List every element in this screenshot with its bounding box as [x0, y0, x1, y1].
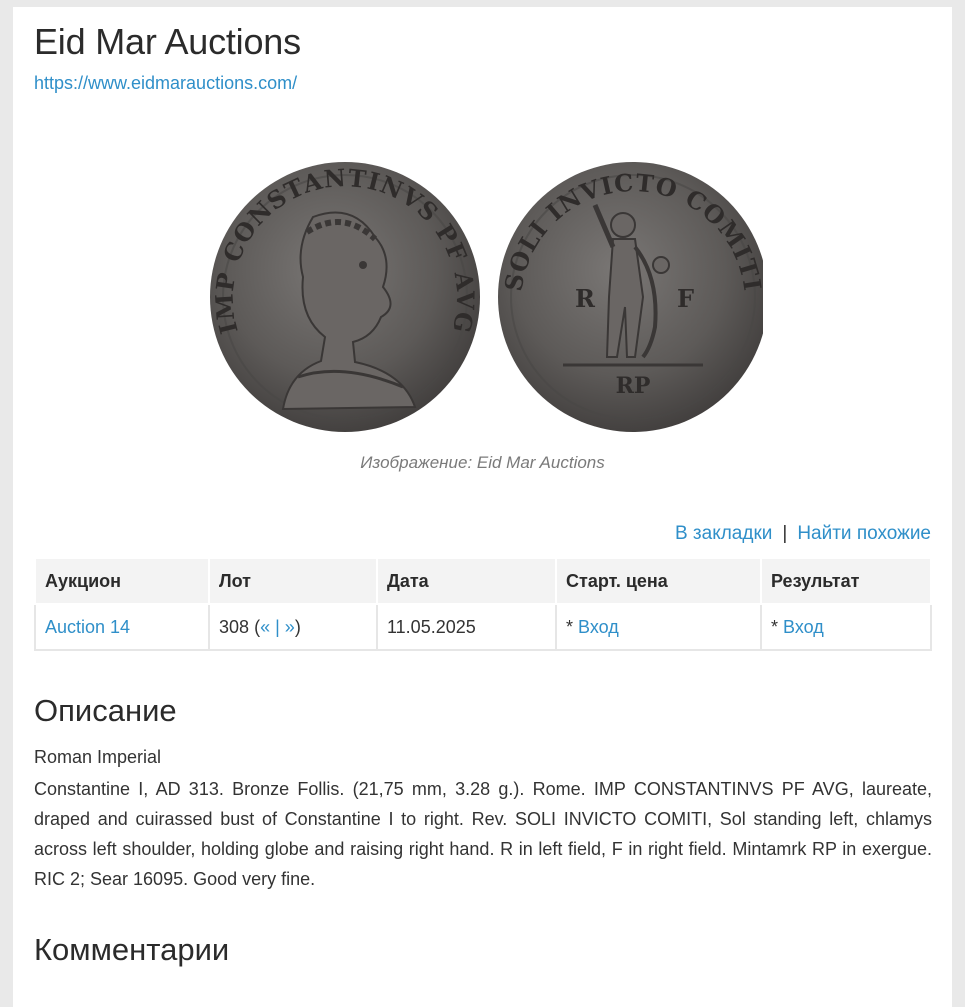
coin-image[interactable]: IMP CONSTANTINVS PF AVG SOLI INVICTO COM…: [203, 147, 763, 447]
next-lot-link[interactable]: »: [285, 617, 295, 637]
table-header-row: Аукцион Лот Дата Старт. цена Результат: [34, 557, 932, 605]
bookmark-link[interactable]: В закладки: [675, 523, 772, 544]
result-login-link[interactable]: Вход: [783, 617, 824, 637]
cell-auction: Auction 14: [34, 603, 210, 651]
description-subtitle: Roman Imperial: [34, 747, 162, 767]
auction-link[interactable]: Auction 14: [45, 617, 130, 637]
prev-lot-link[interactable]: «: [260, 617, 270, 637]
lot-actions: В закладки | Найти похожие: [675, 523, 931, 545]
cell-date: 11.05.2025: [376, 603, 557, 651]
cell-start-price: * Вход: [555, 603, 762, 651]
header-auction: Аукцион: [34, 557, 210, 605]
actions-separator: |: [782, 523, 788, 544]
coin-reverse: SOLI INVICTO COMITI R F RP: [498, 162, 763, 432]
page-title: Eid Mar Auctions: [34, 21, 301, 62]
coin-obverse: IMP CONSTANTINVS PF AVG: [209, 162, 480, 432]
header-date: Дата: [376, 557, 557, 605]
description-text: Constantine I, AD 313. Bronze Follis. (2…: [34, 779, 932, 889]
image-caption: Изображение: Eid Mar Auctions: [360, 453, 605, 472]
table-row: Auction 14 308 (« | ») 11.05.2025 * Вход…: [34, 603, 932, 651]
lot-nav-separator[interactable]: |: [275, 617, 280, 637]
reverse-field-left: R: [575, 284, 596, 313]
reverse-field-right: F: [677, 284, 694, 313]
cell-lot: 308 (« | »): [208, 603, 378, 651]
lot-card: Eid Mar Auctions https://www.eidmaraucti…: [13, 7, 952, 1007]
reverse-exergue: RP: [616, 373, 651, 399]
start-price-prefix: *: [566, 616, 574, 637]
comments-heading: Комментарии: [34, 932, 230, 967]
find-similar-link[interactable]: Найти похожие: [797, 523, 931, 544]
lot-number: 308: [219, 616, 250, 637]
lot-close-paren: ): [294, 616, 301, 637]
cell-result: * Вход: [760, 603, 932, 651]
description-heading: Описание: [34, 693, 177, 728]
result-prefix: *: [771, 616, 779, 637]
header-start-price: Старт. цена: [555, 557, 762, 605]
start-price-login-link[interactable]: Вход: [578, 617, 619, 637]
auction-house-link[interactable]: https://www.eidmarauctions.com/: [34, 73, 297, 94]
header-result: Результат: [760, 557, 932, 605]
auction-table: Аукцион Лот Дата Старт. цена Результат A…: [34, 557, 932, 651]
header-lot: Лот: [208, 557, 378, 605]
